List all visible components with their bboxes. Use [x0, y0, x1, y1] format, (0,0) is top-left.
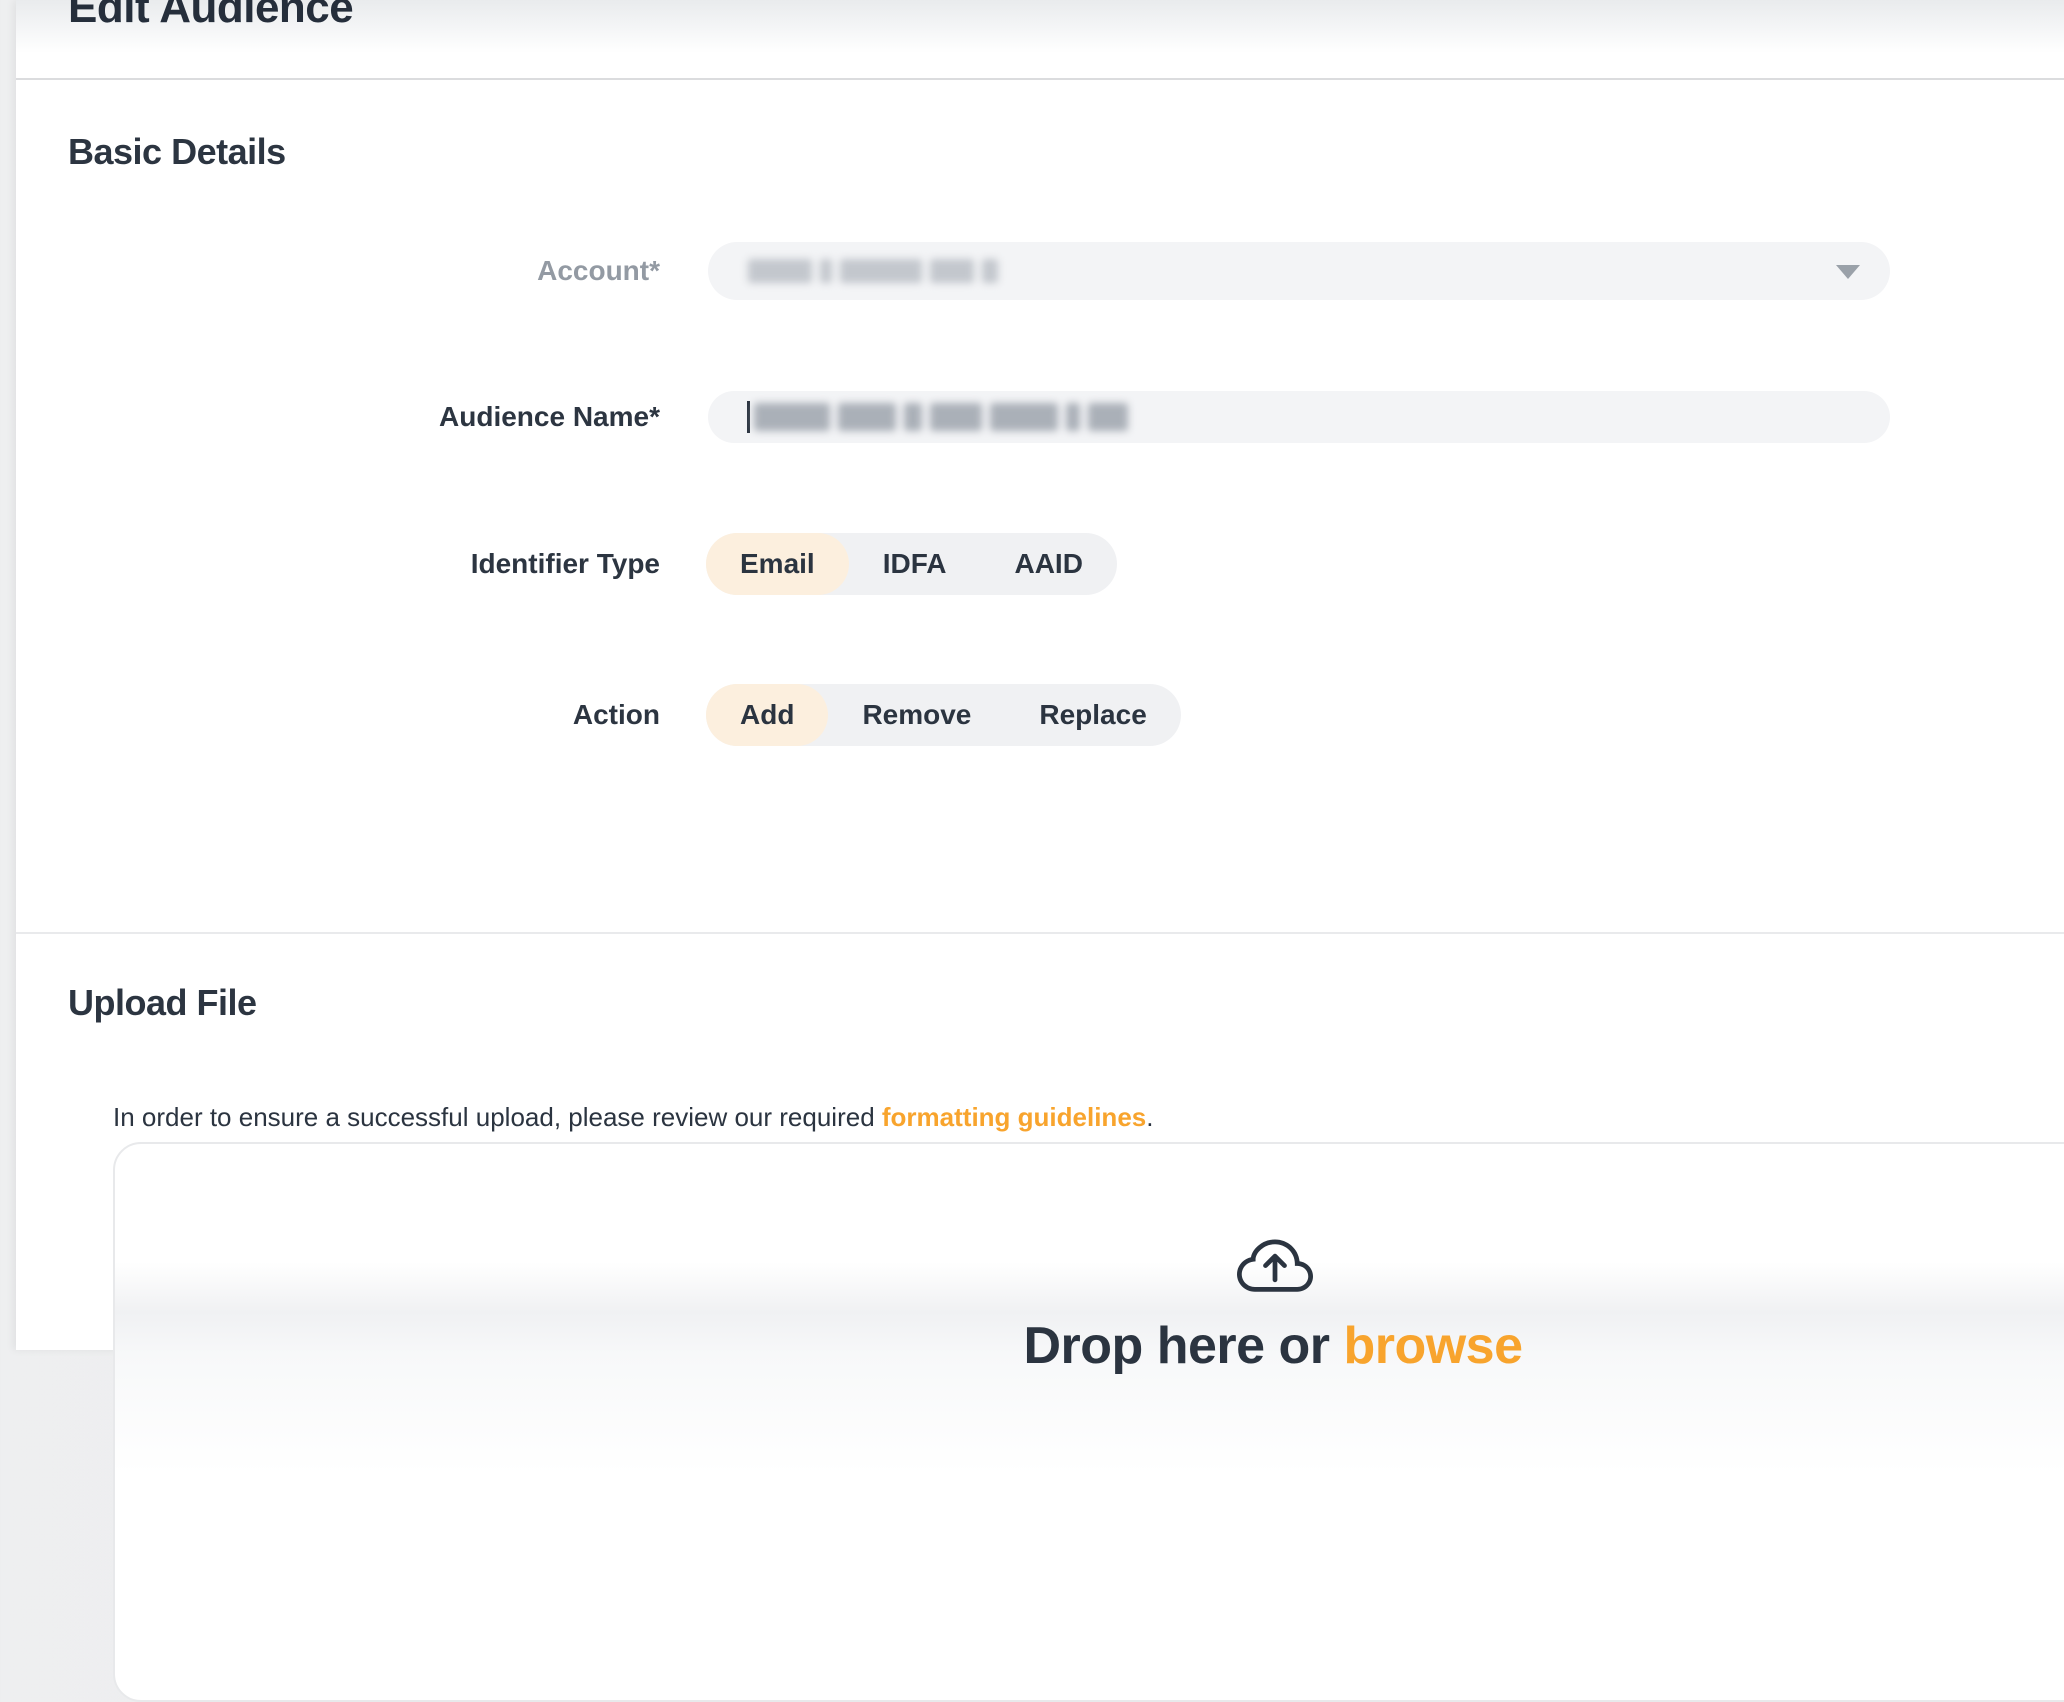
identifier-option-idfa[interactable]: IDFA: [849, 533, 981, 595]
action-toggle: Add Remove Replace: [706, 684, 1181, 746]
dropzone-instruction-text: Drop here or: [1023, 1317, 1343, 1375]
audience-name-input[interactable]: [708, 391, 1890, 443]
identifier-option-email[interactable]: Email: [706, 533, 849, 595]
upload-note-period: .: [1146, 1102, 1153, 1132]
cloud-upload-icon: [1231, 1230, 1319, 1306]
upload-note: In order to ensure a successful upload, …: [113, 1100, 1153, 1134]
redacted-account-value: [748, 259, 998, 283]
action-option-remove[interactable]: Remove: [828, 684, 1005, 746]
account-select[interactable]: [708, 242, 1890, 300]
identifier-type-toggle: Email IDFA AAID: [706, 533, 1117, 595]
browse-link[interactable]: browse: [1343, 1317, 1522, 1375]
dropzone-instruction: Drop here or browse: [115, 1316, 2064, 1376]
page-title: Edit Audience: [68, 0, 353, 32]
section-title-upload-file: Upload File: [68, 982, 257, 1024]
account-label: Account*: [240, 242, 660, 300]
audience-name-label: Audience Name*: [240, 391, 660, 443]
action-option-add[interactable]: Add: [706, 684, 828, 746]
dropdown-caret-icon: [1836, 265, 1860, 279]
identifier-option-aaid[interactable]: AAID: [980, 533, 1116, 595]
edit-audience-panel: Edit Audience Basic Details Account* Aud…: [16, 0, 2064, 1350]
text-cursor: [747, 401, 750, 433]
page-header: Edit Audience: [16, 0, 2064, 80]
action-option-replace[interactable]: Replace: [1005, 684, 1180, 746]
section-divider: [16, 932, 2064, 934]
action-label: Action: [240, 684, 660, 746]
identifier-type-label: Identifier Type: [240, 533, 660, 595]
file-dropzone[interactable]: Drop here or browse: [113, 1142, 2064, 1702]
formatting-guidelines-link[interactable]: formatting guidelines: [882, 1102, 1146, 1132]
upload-note-text: In order to ensure a successful upload, …: [113, 1102, 882, 1132]
section-title-basic-details: Basic Details: [68, 131, 286, 173]
redacted-audience-name-value: [754, 403, 1128, 431]
